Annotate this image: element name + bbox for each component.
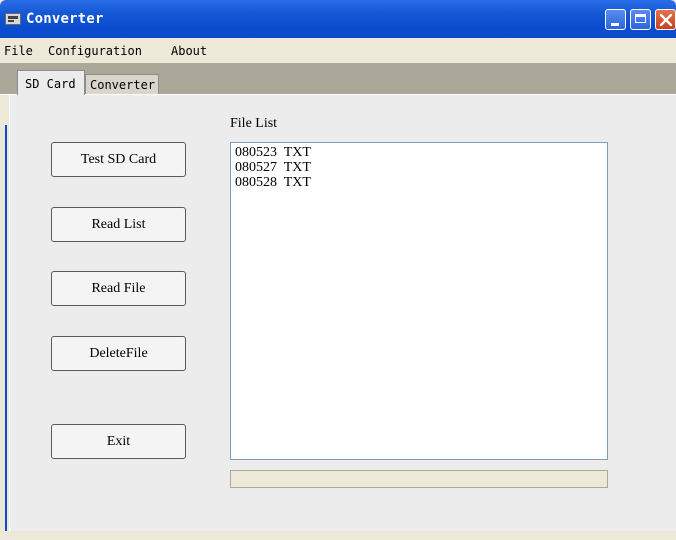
app-icon — [5, 13, 21, 25]
tab-converter[interactable]: Converter — [85, 74, 159, 94]
menu-configuration[interactable]: Configuration — [48, 44, 142, 58]
menu-about[interactable]: About — [171, 44, 207, 58]
list-item[interactable]: 080527 TXT — [235, 160, 603, 175]
delete-file-button[interactable]: DeleteFile — [51, 336, 186, 371]
tab-strip: Converter SD Card — [0, 63, 676, 95]
title-bar[interactable]: Converter — [0, 0, 676, 38]
read-file-button[interactable]: Read File — [51, 271, 186, 306]
list-item[interactable]: 080523 TXT — [235, 145, 603, 160]
window-bottom-edge — [0, 531, 676, 540]
converter-window: Converter File Configuration About Conve… — [0, 0, 676, 540]
close-icon[interactable] — [655, 9, 676, 30]
read-list-button[interactable]: Read List — [51, 207, 186, 242]
tab-sd-card[interactable]: SD Card — [17, 70, 85, 95]
menu-file[interactable]: File — [4, 44, 33, 58]
file-list-label: File List — [230, 116, 278, 131]
window-left-edge — [0, 95, 9, 540]
maximize-icon[interactable] — [630, 9, 651, 30]
test-sd-card-button[interactable]: Test SD Card — [51, 142, 186, 177]
window-title: Converter — [26, 11, 104, 27]
menu-bar: File Configuration About — [0, 38, 676, 63]
exit-button[interactable]: Exit — [51, 424, 186, 459]
file-listbox[interactable]: 080523 TXT 080527 TXT 080528 TXT — [230, 142, 608, 460]
list-item[interactable]: 080528 TXT — [235, 175, 603, 190]
progress-bar — [230, 470, 608, 488]
minimize-icon[interactable] — [605, 9, 626, 30]
